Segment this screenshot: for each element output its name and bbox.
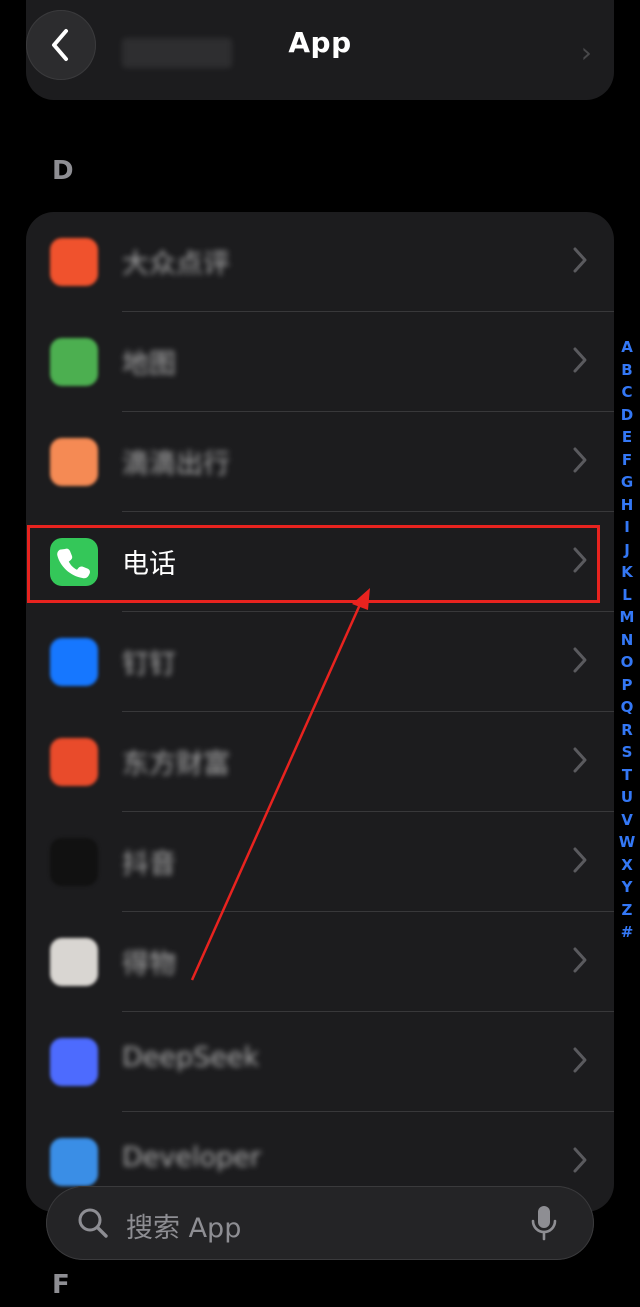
search-bar[interactable]: 搜索 App [46, 1186, 594, 1260]
alphabet-index-letter[interactable]: G [614, 471, 640, 494]
alphabet-index-letter[interactable]: Z [614, 899, 640, 922]
search-icon [78, 1208, 108, 1238]
list-item[interactable]: 抖音 [26, 812, 614, 912]
alphabet-index-letter[interactable]: K [614, 561, 640, 584]
dianping-icon [50, 238, 98, 286]
alphabet-index-letter[interactable]: V [614, 809, 640, 832]
dewu-icon [50, 938, 98, 986]
list-item[interactable]: 得物 [26, 912, 614, 1012]
app-label: DeepSeek [122, 1042, 260, 1073]
alphabet-index-letter[interactable]: L [614, 584, 640, 607]
alphabet-index[interactable]: A B C D E F G H I J K L M N O P Q R S T U V W X Y Z # [614, 336, 640, 944]
app-label: 大众点评 [122, 249, 230, 280]
chevron-right-icon [573, 347, 587, 373]
alphabet-index-letter[interactable]: E [614, 426, 640, 449]
alphabet-index-letter[interactable]: # [614, 921, 640, 944]
page-title: App [288, 26, 352, 59]
alphabet-index-letter[interactable]: J [614, 539, 640, 562]
app-label: 得物 [122, 949, 176, 980]
eastmoney-icon [50, 738, 98, 786]
list-item[interactable]: 钉钉 [26, 612, 614, 712]
chevron-right-icon [573, 447, 587, 473]
highlight-box [27, 525, 600, 603]
alphabet-index-letter[interactable]: N [614, 629, 640, 652]
section-header-f: F [52, 1270, 70, 1300]
alphabet-index-letter[interactable]: T [614, 764, 640, 787]
deepseek-icon [50, 1038, 98, 1086]
alphabet-index-letter[interactable]: D [614, 404, 640, 427]
alphabet-index-letter[interactable]: M [614, 606, 640, 629]
chevron-right-icon [573, 847, 587, 873]
app-label: 东方财富 [122, 749, 230, 780]
maps-icon [50, 338, 98, 386]
app-label: Developer [122, 1142, 261, 1173]
list-item[interactable]: 地图 [26, 312, 614, 412]
alphabet-index-letter[interactable]: F [614, 449, 640, 472]
alphabet-index-letter[interactable]: A [614, 336, 640, 359]
alphabet-index-letter[interactable]: S [614, 741, 640, 764]
list-item[interactable]: 东方财富 [26, 712, 614, 812]
developer-icon [50, 1138, 98, 1186]
alphabet-index-letter[interactable]: X [614, 854, 640, 877]
alphabet-index-letter[interactable]: U [614, 786, 640, 809]
list-item[interactable]: 滴滴出行 [26, 412, 614, 512]
alphabet-index-letter[interactable]: I [614, 516, 640, 539]
alphabet-index-letter[interactable]: C [614, 381, 640, 404]
chevron-right-icon [573, 947, 587, 973]
chevron-right-icon [573, 247, 587, 273]
alphabet-index-letter[interactable]: Y [614, 876, 640, 899]
alphabet-index-letter[interactable]: O [614, 651, 640, 674]
alphabet-index-letter[interactable]: H [614, 494, 640, 517]
list-item[interactable]: 大众点评 [26, 212, 614, 312]
chevron-right-icon [573, 1147, 587, 1173]
chevron-right-icon [573, 747, 587, 773]
alphabet-index-letter[interactable]: B [614, 359, 640, 382]
app-label: 地图 [122, 349, 176, 380]
didi-icon [50, 438, 98, 486]
app-list: 大众点评 地图 滴滴出行 电话 钉钉 东方财富 抖音 得物 DeepSeek Developer [26, 212, 614, 1212]
app-label: 滴滴出行 [122, 449, 230, 480]
alphabet-index-letter[interactable]: P [614, 674, 640, 697]
alphabet-index-letter[interactable]: Q [614, 696, 640, 719]
chevron-right-icon [573, 647, 587, 673]
list-item[interactable]: DeepSeek [26, 1012, 614, 1112]
section-header-d: D [52, 156, 74, 186]
chevron-right-icon [573, 1047, 587, 1073]
dingtalk-icon [50, 638, 98, 686]
search-input[interactable]: 搜索 App [126, 1206, 241, 1245]
alphabet-index-letter[interactable]: W [614, 831, 640, 854]
douyin-icon [50, 838, 98, 886]
app-label: 钉钉 [122, 649, 176, 680]
microphone-icon[interactable] [530, 1204, 558, 1242]
app-label: 抖音 [122, 849, 176, 880]
alphabet-index-letter[interactable]: R [614, 719, 640, 742]
